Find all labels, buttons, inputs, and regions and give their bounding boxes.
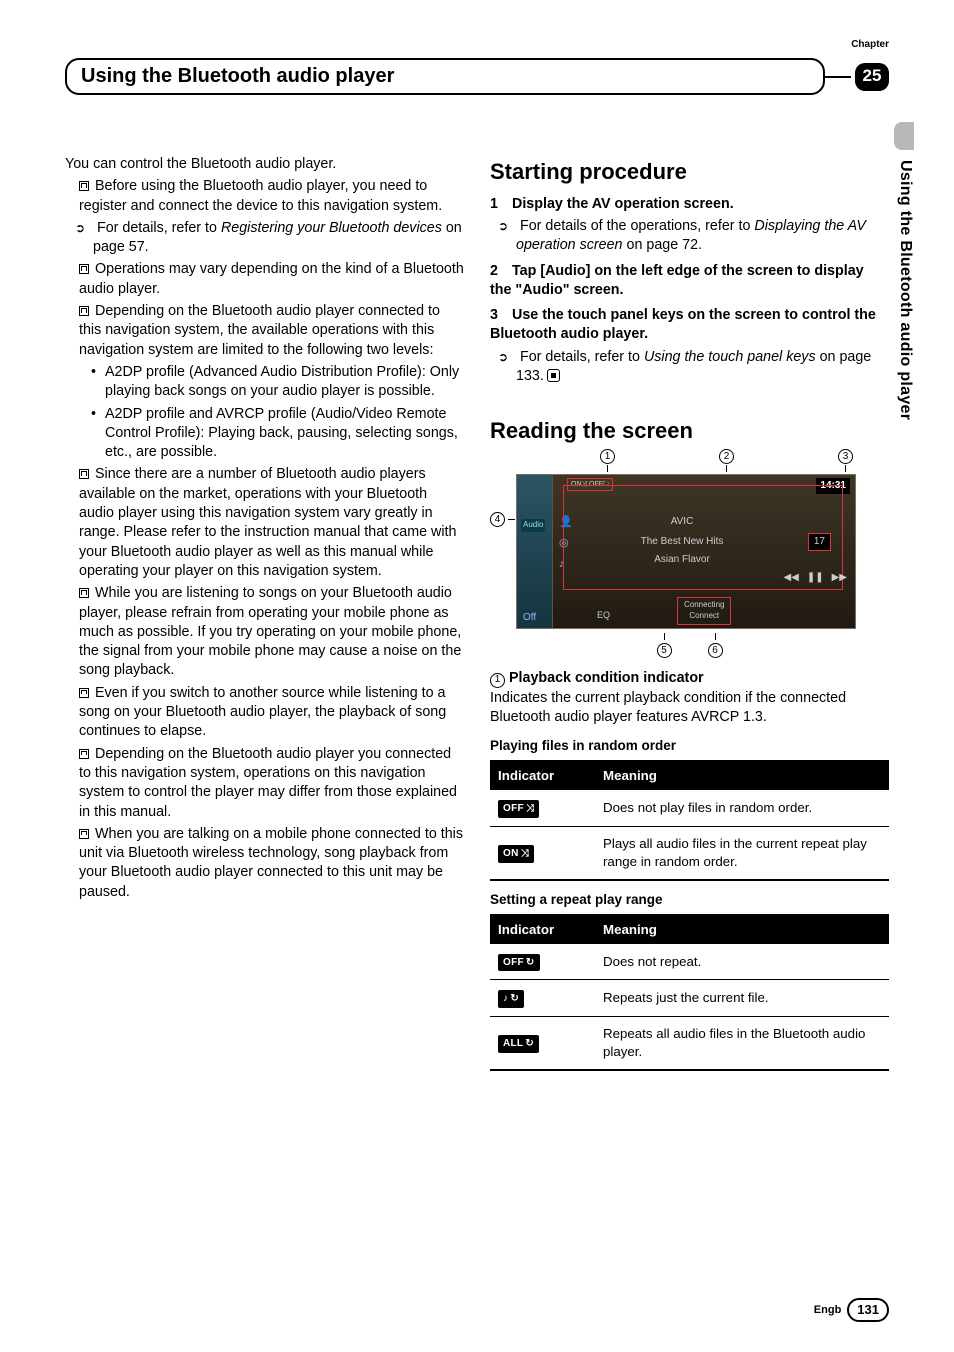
- pause-icon[interactable]: ❚❚: [807, 571, 824, 585]
- callout-1-icon: 1: [600, 449, 615, 464]
- note-ops-differ: Depending on the Bluetooth audio player …: [79, 745, 464, 822]
- table-row: OFF Does not play files in random order.: [490, 790, 889, 826]
- col-meaning: Meaning: [595, 761, 889, 790]
- indicator-all-repeat-icon: ALL: [498, 1035, 539, 1053]
- meaning-text: Repeats all audio files in the Bluetooth…: [595, 1016, 889, 1069]
- meaning-text: Does not repeat.: [595, 944, 889, 980]
- callout-3-icon: 3: [838, 449, 853, 464]
- chapter-label: Chapter: [851, 38, 889, 52]
- prev-icon[interactable]: ◀◀: [783, 571, 798, 585]
- side-section-label: Using the Bluetooth audio player: [894, 160, 916, 420]
- av-eq-button[interactable]: EQ: [597, 609, 610, 621]
- table-row: ♪ Repeats just the current file.: [490, 980, 889, 1017]
- footer-lang: Engb: [814, 1303, 842, 1318]
- indicator-song-repeat-icon: ♪: [498, 990, 524, 1008]
- step-3-ref: For details, refer to Using the touch pa…: [516, 348, 889, 387]
- chapter-title: Using the Bluetooth audio player: [65, 58, 825, 95]
- note-register: Before using the Bluetooth audio player,…: [79, 177, 464, 216]
- av-connect-button[interactable]: Connecting Connect: [677, 597, 731, 625]
- col-indicator: Indicator: [490, 915, 595, 944]
- meaning-text: Repeats just the current file.: [595, 980, 889, 1017]
- subheading-random-order: Playing files in random order: [490, 737, 889, 755]
- table-random-order: Indicator Meaning OFF Does not play file…: [490, 760, 889, 880]
- note-switch-source: Even if you switch to another source whi…: [79, 684, 464, 742]
- intro-text: You can control the Bluetooth audio play…: [65, 155, 464, 174]
- callout-4-icon: 4: [490, 512, 505, 527]
- heading-reading-screen: Reading the screen: [490, 416, 889, 446]
- col-meaning: Meaning: [595, 915, 889, 944]
- meaning-text: Plays all audio files in the current rep…: [595, 826, 889, 879]
- av-screen-mock: Audio ON⤨ OFF↻ 14:31 👤 ◎ ♪ AVIC The Best…: [516, 474, 856, 629]
- meaning-text: Does not play files in random order.: [595, 790, 889, 826]
- desc-1-body: Indicates the current playback condition…: [490, 689, 889, 728]
- callout-6-icon: 6: [708, 643, 723, 658]
- box-icon: [79, 688, 89, 698]
- table-row: OFF Does not repeat.: [490, 944, 889, 980]
- subheading-repeat-range: Setting a repeat play range: [490, 891, 889, 909]
- note-call-pause: When you are talking on a mobile phone c…: [79, 825, 464, 902]
- step-1: 1Display the AV operation screen.: [490, 195, 889, 214]
- sub-a2dp-avrcp: A2DP profile and AVRCP profile (Audio/Vi…: [105, 405, 464, 463]
- sub-a2dp-only: A2DP profile (Advanced Audio Distributio…: [105, 363, 464, 402]
- left-column: You can control the Bluetooth audio play…: [65, 155, 464, 1071]
- heading-starting-procedure: Starting procedure: [490, 157, 889, 187]
- side-tab: [894, 122, 914, 150]
- box-icon: [79, 264, 89, 274]
- step-1-ref: For details of the operations, refer to …: [516, 217, 889, 256]
- indicator-off-repeat-icon: OFF: [498, 954, 540, 972]
- note-operations-vary: Operations may vary depending on the kin…: [79, 260, 464, 299]
- box-icon: [79, 829, 89, 839]
- box-icon: [79, 588, 89, 598]
- ref-register-devices: For details, refer to Registering your B…: [93, 219, 464, 258]
- chapter-header: Using the Bluetooth audio player 25: [65, 58, 889, 95]
- av-off-button[interactable]: Off: [523, 611, 536, 625]
- table-repeat-range: Indicator Meaning OFF Does not repeat. ♪…: [490, 914, 889, 1071]
- page-number-badge: 131: [847, 1298, 889, 1322]
- next-icon[interactable]: ▶▶: [832, 571, 847, 585]
- chapter-number-badge: 25: [855, 63, 889, 91]
- note-two-levels: Depending on the Bluetooth audio player …: [79, 302, 464, 360]
- note-mobile-noise: While you are listening to songs on your…: [79, 584, 464, 680]
- table-row: ON Plays all audio files in the current …: [490, 826, 889, 879]
- desc-1-title: Playback condition indicator: [509, 670, 704, 686]
- note-market-range: Since there are a number of Bluetooth au…: [79, 465, 464, 581]
- av-transport-controls[interactable]: ◀◀ ❚❚ ▶▶: [783, 571, 847, 585]
- box-icon: [79, 181, 89, 191]
- callout-1-ref-icon: 1: [490, 673, 505, 688]
- screen-diagram: 1 2 3 4 Audio ON⤨ OFF↻ 14:31 👤 ◎ ♪: [490, 454, 889, 659]
- step-3: 3Use the touch panel keys on the screen …: [490, 306, 889, 345]
- right-column: Starting procedure 1Display the AV opera…: [490, 155, 889, 1071]
- desc-1: 1 Playback condition indicator Indicates…: [490, 669, 889, 727]
- box-icon: [79, 469, 89, 479]
- table-row: ALL Repeats all audio files in the Bluet…: [490, 1016, 889, 1069]
- end-section-icon: [547, 369, 560, 382]
- col-indicator: Indicator: [490, 761, 595, 790]
- av-source-audio[interactable]: Audio: [521, 519, 545, 532]
- step-2: 2Tap [Audio] on the left edge of the scr…: [490, 262, 889, 301]
- av-left-strip: [517, 475, 553, 628]
- header-rule: [825, 76, 851, 78]
- box-icon: [79, 306, 89, 316]
- callout-2-icon: 2: [719, 449, 734, 464]
- box-icon: [79, 749, 89, 759]
- callout-5-icon: 5: [657, 643, 672, 658]
- indicator-on-shuffle-icon: ON: [498, 845, 534, 863]
- page-footer: Engb 131: [814, 1298, 889, 1322]
- indicator-off-shuffle-icon: OFF: [498, 800, 539, 818]
